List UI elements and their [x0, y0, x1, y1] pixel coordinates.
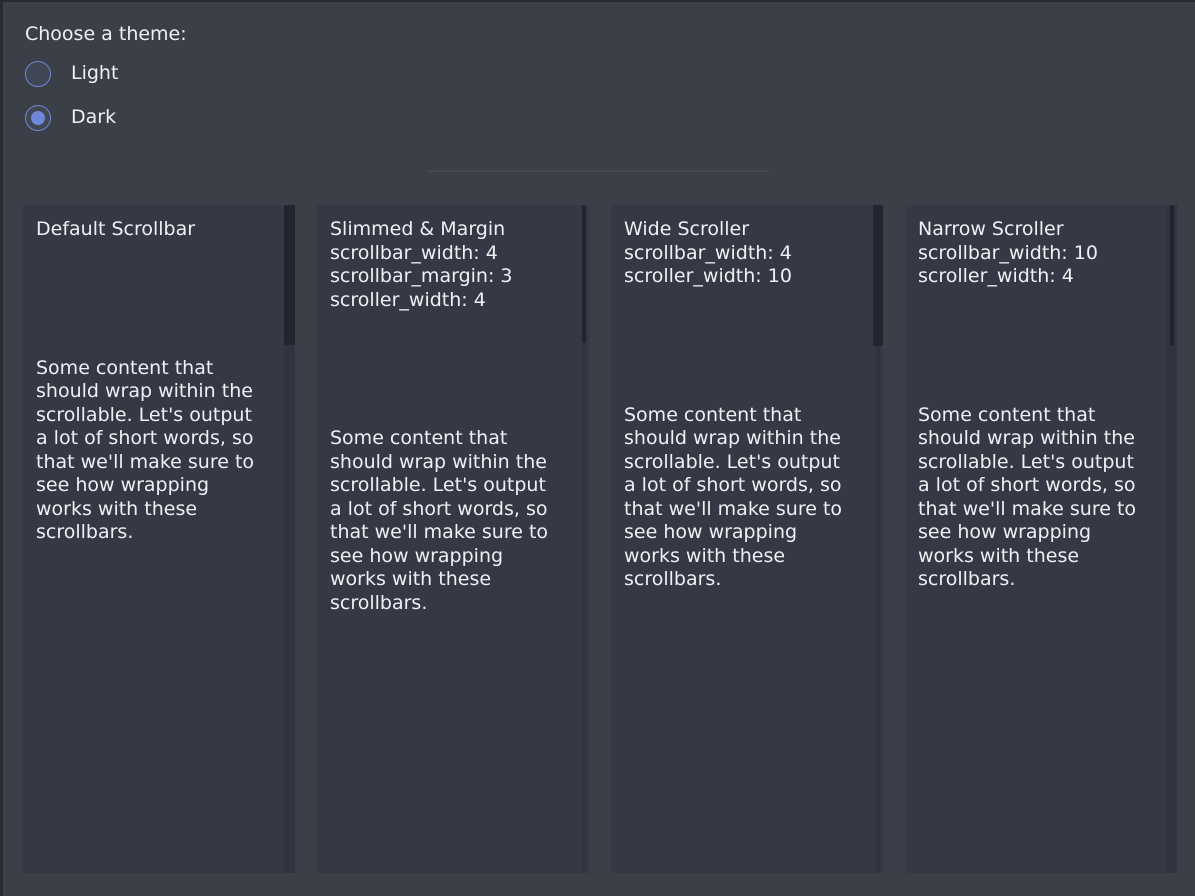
radio-icon[interactable]	[25, 61, 51, 87]
panel-body-text: Some content that should wrap within the…	[624, 404, 852, 592]
panel-body-text: Some content that should wrap within the…	[918, 404, 1146, 592]
panel-title: Narrow Scroller scrollbar_width: 10 scro…	[918, 218, 1164, 289]
scrollable-panel-default[interactable]: Default Scrollbar Some content that shou…	[23, 205, 295, 873]
scrollbar-thumb[interactable]	[284, 205, 295, 345]
scrollable-panel-wide-scroller[interactable]: Wide Scroller scrollbar_width: 4 scrolle…	[611, 205, 883, 873]
panel-title: Wide Scroller scrollbar_width: 4 scrolle…	[624, 218, 870, 289]
panel-body-text: Some content that should wrap within the…	[330, 427, 558, 615]
radio-option-label: Dark	[71, 106, 116, 130]
radio-option-dark[interactable]: Dark	[25, 104, 1195, 133]
panel-content[interactable]: Slimmed & Margin scrollbar_width: 4 scro…	[317, 205, 589, 628]
radio-dot	[31, 111, 45, 125]
radio-option-light[interactable]: Light	[25, 60, 1195, 89]
scrollbar-thumb[interactable]	[582, 205, 586, 343]
radio-option-label: Light	[71, 62, 118, 86]
scrollbar-thumb[interactable]	[873, 205, 883, 346]
theme-chooser-section: Choose a theme: Light Dark	[3, 2, 1195, 133]
app-window: Choose a theme: Light Dark Default Scrol…	[0, 0, 1195, 896]
theme-chooser-label: Choose a theme:	[25, 23, 1195, 47]
panel-content[interactable]: Wide Scroller scrollbar_width: 4 scrolle…	[611, 205, 883, 605]
scrollable-panel-slimmed[interactable]: Slimmed & Margin scrollbar_width: 4 scro…	[317, 205, 589, 873]
panel-title: Default Scrollbar	[36, 218, 282, 242]
scrollable-grid: Default Scrollbar Some content that shou…	[23, 205, 1177, 873]
scrollable-panel-narrow-scroller[interactable]: Narrow Scroller scrollbar_width: 10 scro…	[905, 205, 1177, 873]
panel-title: Slimmed & Margin scrollbar_width: 4 scro…	[330, 218, 576, 312]
radio-icon-selected[interactable]	[25, 105, 51, 131]
panel-content[interactable]: Default Scrollbar Some content that shou…	[23, 205, 295, 558]
panel-body-text: Some content that should wrap within the…	[36, 357, 264, 545]
scrollbar-thumb[interactable]	[1170, 205, 1174, 346]
panel-content[interactable]: Narrow Scroller scrollbar_width: 10 scro…	[905, 205, 1177, 605]
section-divider	[427, 170, 770, 172]
